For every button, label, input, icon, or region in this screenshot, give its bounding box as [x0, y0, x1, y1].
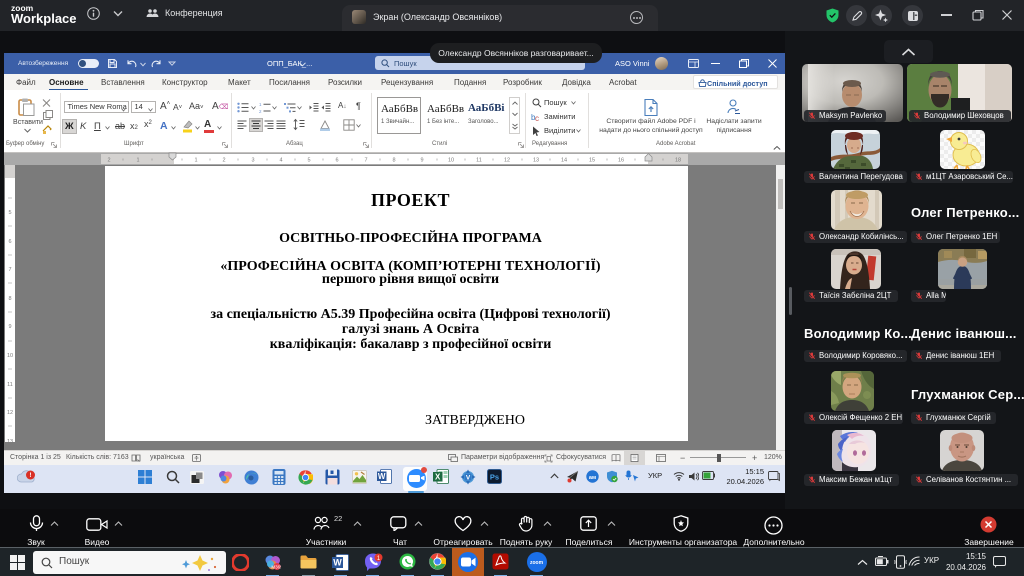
svg-text:3: 3: [251, 157, 254, 163]
svg-text:7: 7: [8, 267, 11, 273]
svg-text:8: 8: [8, 296, 11, 302]
svg-text:6: 6: [335, 157, 338, 163]
svg-text:10: 10: [7, 353, 13, 359]
svg-text:ам: ам: [589, 475, 596, 481]
svg-text:16: 16: [618, 157, 624, 163]
svg-text:W: W: [378, 472, 386, 481]
svg-text:1: 1: [259, 102, 262, 107]
svg-text:15: 15: [589, 157, 595, 163]
svg-text:5: 5: [307, 157, 310, 163]
svg-text:4: 4: [279, 157, 282, 163]
svg-text:c: c: [535, 114, 539, 122]
svg-text:2: 2: [222, 157, 225, 163]
svg-text:10: 10: [448, 157, 454, 163]
svg-text:1: 1: [136, 157, 139, 163]
svg-text:5: 5: [8, 210, 11, 216]
svg-text:V: V: [466, 474, 471, 481]
svg-text:W: W: [333, 558, 342, 568]
svg-text:1: 1: [194, 157, 197, 163]
svg-text:12: 12: [7, 410, 13, 416]
svg-text:14: 14: [561, 157, 567, 163]
svg-text:8: 8: [392, 157, 395, 163]
svg-text:!: !: [29, 472, 31, 479]
svg-text:12: 12: [504, 157, 510, 163]
svg-text:11: 11: [7, 382, 13, 388]
svg-text:X: X: [435, 473, 441, 482]
svg-text:13: 13: [533, 157, 539, 163]
svg-text:9: 9: [420, 157, 423, 163]
svg-text:13: 13: [7, 439, 13, 442]
svg-text:7: 7: [364, 157, 367, 163]
svg-text:2: 2: [259, 109, 262, 113]
svg-text:Ps: Ps: [490, 473, 499, 482]
svg-text:6: 6: [8, 239, 11, 245]
svg-text:M365: M365: [271, 565, 281, 570]
svg-text:18: 18: [675, 157, 681, 163]
svg-text:2: 2: [107, 157, 110, 163]
svg-text:9: 9: [8, 324, 11, 330]
svg-text:11: 11: [476, 157, 482, 163]
